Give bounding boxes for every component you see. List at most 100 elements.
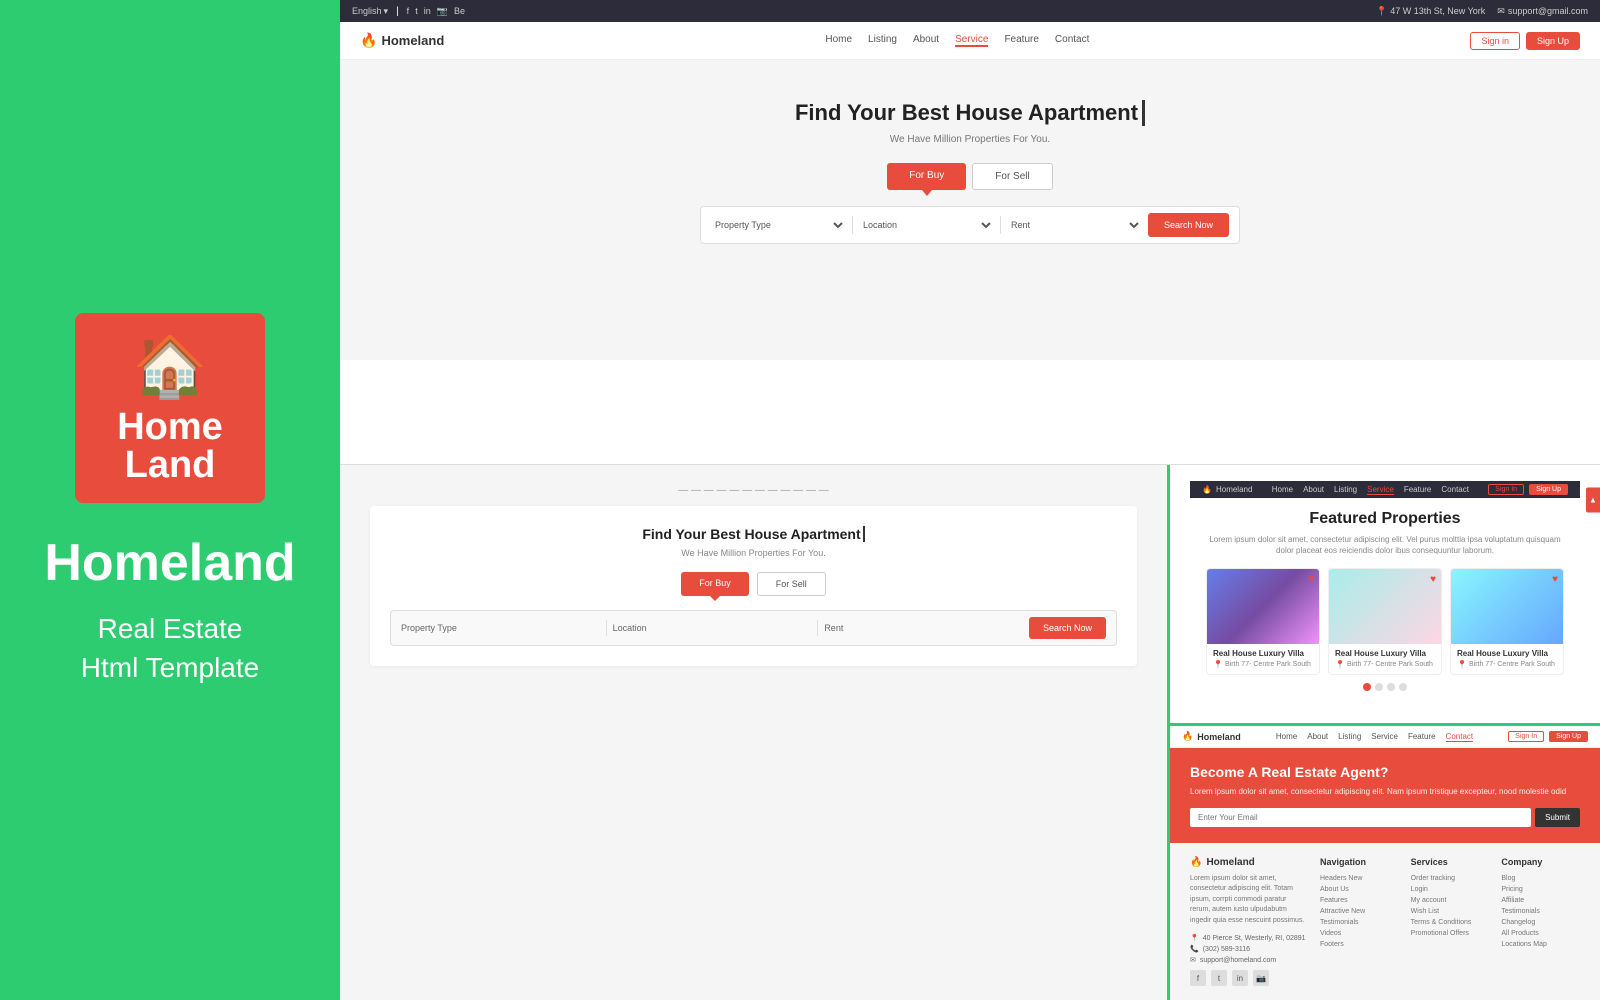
email-icon: ✉ — [1497, 6, 1505, 17]
language-label: English — [352, 6, 382, 16]
footer-nav-about[interactable]: About Us — [1320, 886, 1399, 893]
preview-right-panel: 🔥 Homeland Home About Listing Service Fe… — [1170, 465, 1600, 1000]
scroll-indicator[interactable]: ▲ — [1586, 488, 1600, 513]
divider: | — [396, 6, 399, 17]
footer-social: f t in 📷 — [1190, 970, 1308, 986]
footer-linkedin-icon[interactable]: in — [1232, 970, 1248, 986]
footer-service-order[interactable]: Order tracking — [1411, 875, 1490, 882]
footer-company-testimonials[interactable]: Testimonials — [1501, 908, 1580, 915]
footer-service-login[interactable]: Login — [1411, 886, 1490, 893]
featured-title: Featured Properties — [1206, 510, 1564, 528]
search-divider-1 — [852, 216, 853, 234]
tab-for-buy[interactable]: For Buy — [887, 163, 966, 190]
top-signup[interactable]: Sign Up — [1529, 484, 1568, 495]
carousel-dots — [1206, 675, 1564, 699]
nav-contact[interactable]: Contact — [1055, 34, 1089, 47]
contact-nav-contact[interactable]: Contact — [1446, 732, 1474, 742]
footer-company-pricing[interactable]: Pricing — [1501, 886, 1580, 893]
hero-section: Find Your Best House Apartment We Have M… — [340, 60, 1600, 360]
contact-nav-links: Home About Listing Service Feature Conta… — [1276, 732, 1473, 742]
facebook-icon[interactable]: f — [407, 6, 410, 17]
footer-service-promo[interactable]: Promotional Offers — [1411, 930, 1490, 937]
behance-icon[interactable]: Be — [454, 6, 465, 17]
contact-nav-service[interactable]: Service — [1371, 732, 1398, 742]
contact-signup[interactable]: Sign Up — [1549, 731, 1588, 742]
search-now-button[interactable]: Search Now — [1148, 213, 1229, 237]
footer-nav-headers[interactable]: Headers New — [1320, 875, 1399, 882]
footer-service-terms[interactable]: Terms & Conditions — [1411, 919, 1490, 926]
pin-3: 📍 — [1457, 660, 1467, 669]
social-icons: f t in 📷 Be — [407, 6, 465, 17]
logo-text-land: Land — [125, 446, 216, 484]
location-select[interactable]: Location — [859, 219, 994, 231]
top-nav-listing[interactable]: Listing — [1334, 485, 1357, 495]
footer-company-locations[interactable]: Locations Map — [1501, 941, 1580, 948]
property-card-img-2: ♥ — [1329, 569, 1441, 644]
property-cards: ♥ Real House Luxury Villa 📍 Birth 77- Ce… — [1206, 568, 1564, 675]
footer-company-affiliate[interactable]: Affiliate — [1501, 897, 1580, 904]
linkedin-icon[interactable]: in — [424, 6, 431, 17]
signup-button[interactable]: Sign Up — [1526, 32, 1580, 50]
dot-4[interactable] — [1399, 683, 1407, 691]
footer-instagram-icon[interactable]: 📷 — [1253, 970, 1269, 986]
tab-for-sell[interactable]: For Sell — [972, 163, 1052, 190]
property-type-text: Property Type — [401, 623, 600, 633]
footer-company-blog[interactable]: Blog — [1501, 875, 1580, 882]
footer-nav-features[interactable]: Features — [1320, 897, 1399, 904]
top-nav-service[interactable]: Service — [1367, 485, 1394, 495]
top-nav-home[interactable]: Home — [1272, 485, 1293, 495]
search-btn-copy[interactable]: Search Now — [1029, 617, 1106, 639]
contact-nav-about[interactable]: About — [1307, 732, 1328, 742]
email-form: Submit — [1190, 808, 1580, 827]
footer-service-account[interactable]: My account — [1411, 897, 1490, 904]
twitter-icon[interactable]: t — [415, 6, 418, 17]
property-type-select[interactable]: Property Type — [711, 219, 846, 231]
dot-3[interactable] — [1387, 683, 1395, 691]
contact-nav-listing[interactable]: Listing — [1338, 732, 1361, 742]
footer-flame-icon: 🔥 — [1190, 857, 1202, 868]
footer-nav-footers[interactable]: Footers — [1320, 941, 1399, 948]
heart-icon-3[interactable]: ♥ — [1552, 574, 1558, 585]
submit-button[interactable]: Submit — [1535, 808, 1580, 827]
for-sell-tab[interactable]: For Sell — [757, 572, 826, 596]
dot-1[interactable] — [1363, 683, 1371, 691]
top-nav-contact[interactable]: Contact — [1441, 485, 1469, 495]
email-input[interactable] — [1190, 808, 1531, 827]
nav-service[interactable]: Service — [955, 34, 988, 47]
footer-company-changelog[interactable]: Changelog — [1501, 919, 1580, 926]
footer-nav-videos[interactable]: Videos — [1320, 930, 1399, 937]
nav-about[interactable]: About — [913, 34, 939, 47]
property-card-body-1: Real House Luxury Villa 📍 Birth 77- Cent… — [1207, 644, 1319, 674]
footer-logo: 🔥 Homeland — [1190, 857, 1308, 868]
language-selector[interactable]: English ▾ — [352, 6, 388, 17]
top-nav-about[interactable]: About — [1303, 485, 1324, 495]
nav-feature[interactable]: Feature — [1004, 34, 1038, 47]
rent-select[interactable]: Rent — [1007, 219, 1142, 231]
contact-nav-feature[interactable]: Feature — [1408, 732, 1436, 742]
footer-nav-attractive[interactable]: Attractive New — [1320, 908, 1399, 915]
footer-facebook-icon[interactable]: f — [1190, 970, 1206, 986]
address-info: 📍 47 W 13th St, New York — [1376, 6, 1485, 17]
instagram-icon[interactable]: 📷 — [437, 6, 448, 17]
signin-button[interactable]: Sign in — [1470, 32, 1520, 50]
footer-company-products[interactable]: All Products — [1501, 930, 1580, 937]
heart-icon-1[interactable]: ♥ — [1308, 574, 1314, 585]
main-nav: 🔥 Homeland Home Listing About Service Fe… — [340, 22, 1600, 60]
top-signin[interactable]: Sign In — [1488, 484, 1524, 495]
nav-listing[interactable]: Listing — [868, 34, 897, 47]
footer-grid: 🔥 Homeland Lorem ipsum dolor sit amet, c… — [1190, 857, 1580, 987]
for-buy-tab[interactable]: For Buy — [681, 572, 749, 596]
property-card-img-1: ♥ — [1207, 569, 1319, 644]
footer-twitter-icon[interactable]: t — [1211, 970, 1227, 986]
nav-home[interactable]: Home — [825, 34, 852, 47]
hero-subtitle: We Have Million Properties For You. — [370, 134, 1570, 145]
contact-nav-home[interactable]: Home — [1276, 732, 1297, 742]
contact-signin[interactable]: Sign In — [1508, 731, 1544, 742]
brand-subtitle-line2: Html Template — [81, 652, 259, 683]
footer-service-wishlist[interactable]: Wish List — [1411, 908, 1490, 915]
top-nav-feature[interactable]: Feature — [1404, 485, 1432, 495]
heart-icon-2[interactable]: ♥ — [1430, 574, 1436, 585]
dot-2[interactable] — [1375, 683, 1383, 691]
footer-nav-testimonials[interactable]: Testimonials — [1320, 919, 1399, 926]
pin-1: 📍 — [1213, 660, 1223, 669]
